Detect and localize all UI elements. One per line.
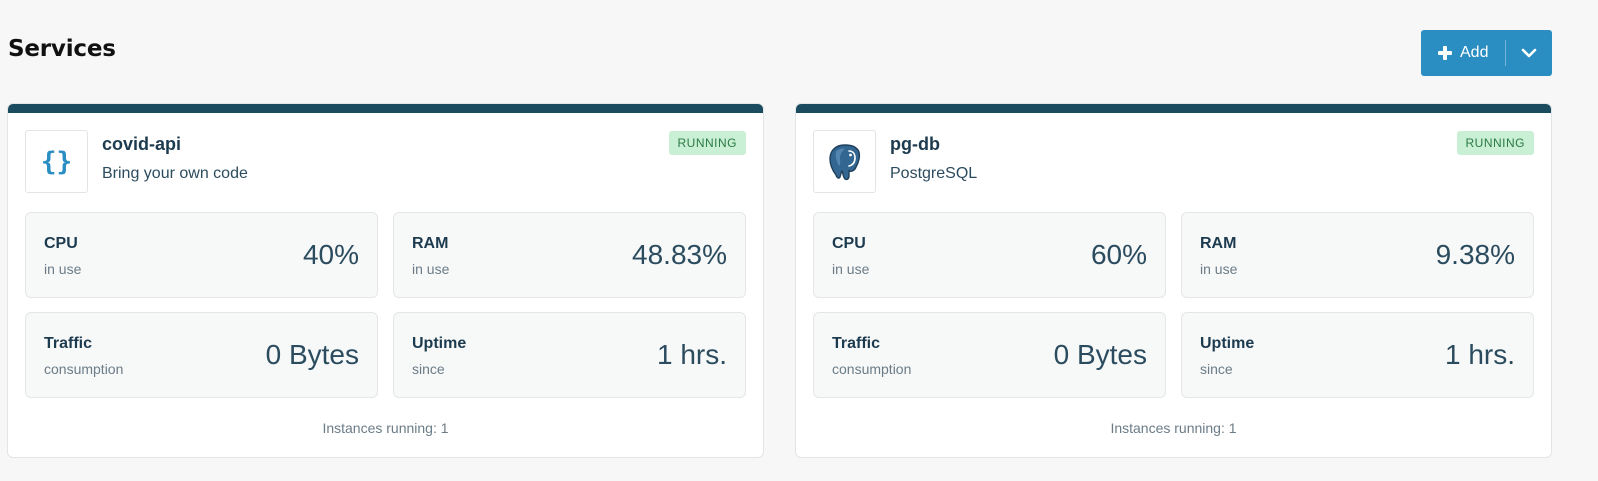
metric-label: Traffic (44, 335, 93, 352)
metric-ram: RAM in use 9.38% (1181, 212, 1534, 298)
add-button[interactable]: Add (1421, 30, 1505, 76)
metric-sublabel: in use (1200, 261, 1238, 277)
metric-sublabel: since (1200, 361, 1233, 377)
metric-value: 48.83% (632, 239, 727, 270)
metric-sublabel: consumption (832, 361, 912, 377)
metric-label: CPU (44, 235, 78, 252)
service-name[interactable]: covid-api (102, 134, 181, 155)
metric-sublabel: in use (412, 261, 450, 277)
metric-sublabel: since (412, 361, 445, 377)
metric-value: 40% (302, 239, 359, 270)
instances-running: Instances running: 1 (322, 420, 449, 436)
status-badge: RUNNING (668, 131, 746, 155)
service-name[interactable]: pg-db (890, 134, 940, 155)
metric-label: Uptime (412, 335, 467, 352)
card-top-bar (8, 104, 763, 113)
service-card[interactable]: {} covid-api Bring your own code RUNNING… (7, 103, 764, 458)
service-card[interactable]: pg-db PostgreSQL RUNNING CPU in use 60% … (795, 103, 1552, 458)
metric-cpu: CPU in use 40% (25, 212, 378, 298)
card-top-bar (796, 104, 1551, 113)
page-title: Services (8, 36, 116, 62)
metric-label: RAM (412, 235, 449, 252)
metric-uptime: Uptime since 1 hrs. (1181, 312, 1534, 398)
metric-value: 1 hrs. (1444, 339, 1515, 370)
postgresql-elephant-icon (828, 143, 860, 180)
metric-label: RAM (1200, 235, 1237, 252)
instances-running: Instances running: 1 (1110, 420, 1237, 436)
service-type: Bring your own code (102, 165, 248, 182)
metric-label: Traffic (832, 335, 881, 352)
metric-traffic: Traffic consumption 0 Bytes (813, 312, 1166, 398)
service-type: PostgreSQL (890, 165, 978, 182)
metric-uptime: Uptime since 1 hrs. (393, 312, 746, 398)
status-badge: RUNNING (1456, 131, 1534, 155)
metric-value: 60% (1090, 239, 1147, 270)
code-braces-icon: {} (40, 146, 73, 177)
metric-label: Uptime (1200, 335, 1255, 352)
metric-label: CPU (832, 235, 866, 252)
service-logo: {} (25, 130, 88, 193)
add-button-group: Add (1421, 30, 1552, 76)
metric-sublabel: consumption (44, 361, 124, 377)
metric-sublabel: in use (44, 261, 82, 277)
chevron-down-icon (1521, 48, 1537, 58)
metric-value: 0 Bytes (265, 339, 359, 370)
add-dropdown-toggle[interactable] (1506, 30, 1552, 76)
metric-value: 0 Bytes (1053, 339, 1147, 370)
metric-value: 1 hrs. (656, 339, 727, 370)
metric-sublabel: in use (832, 261, 870, 277)
plus-icon (1438, 46, 1452, 60)
metric-cpu: CPU in use 60% (813, 212, 1166, 298)
metric-traffic: Traffic consumption 0 Bytes (25, 312, 378, 398)
service-logo (813, 130, 876, 193)
metric-ram: RAM in use 48.83% (393, 212, 746, 298)
metric-value: 9.38% (1435, 239, 1515, 270)
add-button-label: Add (1460, 44, 1489, 61)
